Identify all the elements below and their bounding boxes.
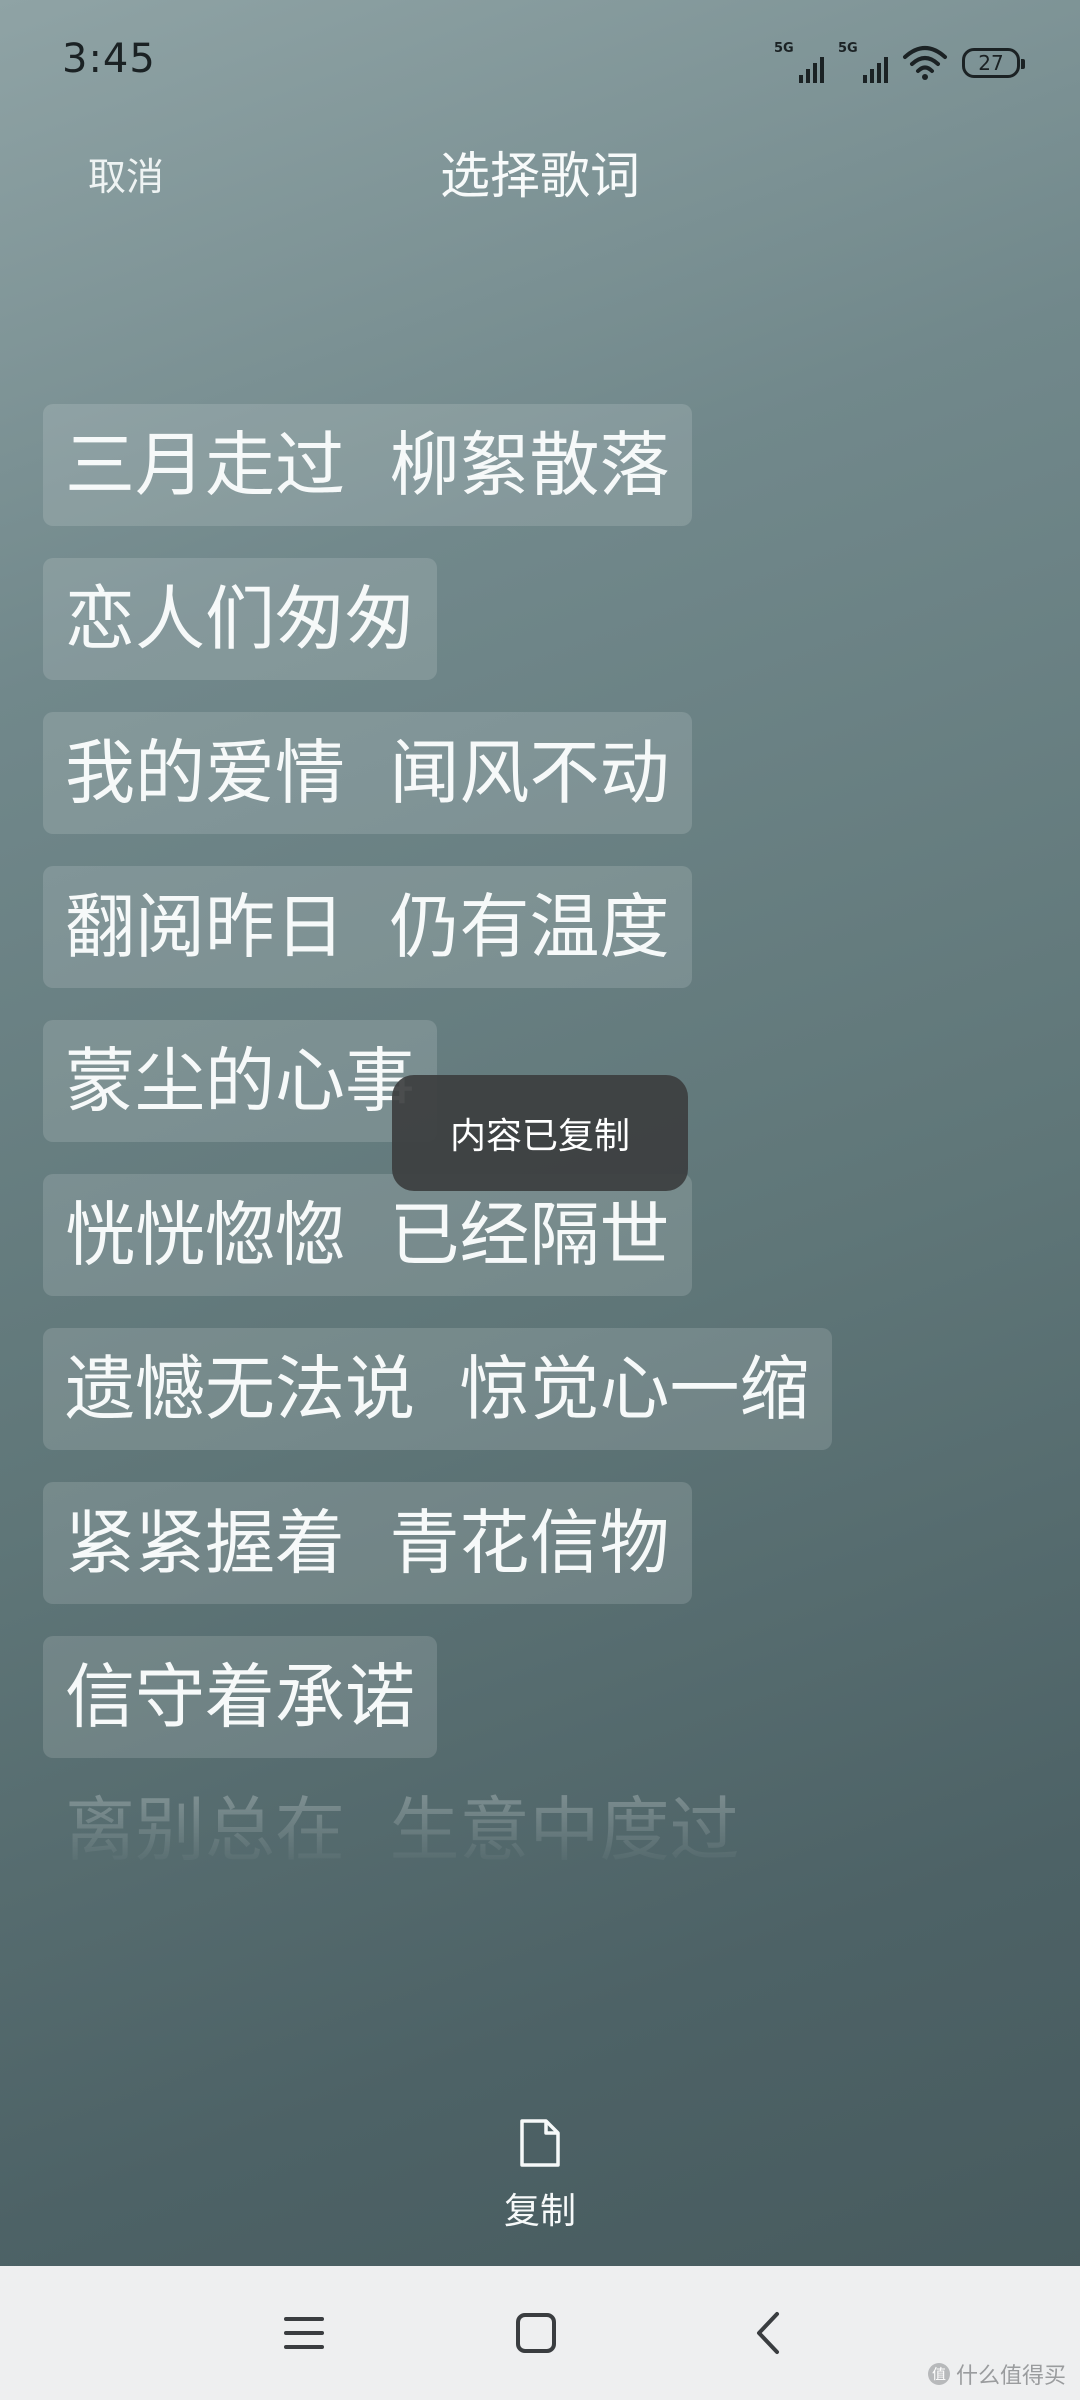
page-title: 选择歌词	[440, 147, 640, 205]
lyric-line[interactable]: 三月走过 柳絮散落	[43, 404, 692, 526]
copy-label: 复制	[503, 2191, 576, 2232]
back-chevron-icon	[757, 2312, 779, 2354]
back-button[interactable]	[728, 2296, 808, 2370]
network-type-label: 5G	[838, 41, 858, 56]
watermark-badge: 值	[927, 2363, 950, 2385]
menu-icon	[284, 2317, 324, 2349]
watermark-text: 什么值得买	[955, 2364, 1066, 2389]
lyric-line[interactable]: 翻阅昨日 仍有温度	[43, 866, 692, 988]
cellular-signal-icon: 5G	[838, 41, 888, 85]
lyric-line[interactable]: 信守着承诺	[43, 1636, 437, 1758]
battery-level: 27	[978, 51, 1004, 75]
wifi-icon	[903, 46, 947, 80]
battery-icon: 27	[962, 48, 1025, 78]
lyric-line[interactable]: 蒙尘的心事	[43, 1020, 437, 1142]
lyric-line[interactable]: 我的爱情 闻风不动	[43, 712, 692, 834]
home-button[interactable]	[496, 2296, 576, 2370]
status-bar: 3:45 5G 5G 27	[0, 0, 1080, 120]
status-time: 3:45	[62, 36, 156, 82]
lyrics-select-screen: 3:45 5G 5G 27 取消 选择歌词 三月走过 柳絮散落 恋人们匆匆 我的…	[0, 0, 1080, 2400]
copied-toast: 内容已复制	[392, 1075, 688, 1191]
lyric-line[interactable]: 紧紧握着 青花信物	[43, 1482, 692, 1604]
navigation-bar: 值 什么值得买	[0, 2266, 1080, 2400]
status-icons: 5G 5G 27	[774, 38, 1025, 88]
lyric-line-faded[interactable]: 离别总在 生意中度过	[43, 1790, 762, 1870]
network-type-label: 5G	[774, 41, 794, 56]
lyric-line[interactable]: 遗憾无法说 惊觉心一缩	[43, 1328, 832, 1450]
lyric-line[interactable]: 恍恍惚惚 已经隔世	[43, 1174, 692, 1296]
watermark: 值 什么值得买	[927, 2358, 1066, 2390]
document-icon	[520, 2119, 560, 2167]
cellular-signal-icon: 5G	[774, 41, 824, 85]
copy-button[interactable]: 复制	[470, 2118, 610, 2238]
menu-button[interactable]	[264, 2296, 344, 2370]
home-square-icon	[516, 2313, 556, 2353]
lyric-line[interactable]: 恋人们匆匆	[43, 558, 437, 680]
